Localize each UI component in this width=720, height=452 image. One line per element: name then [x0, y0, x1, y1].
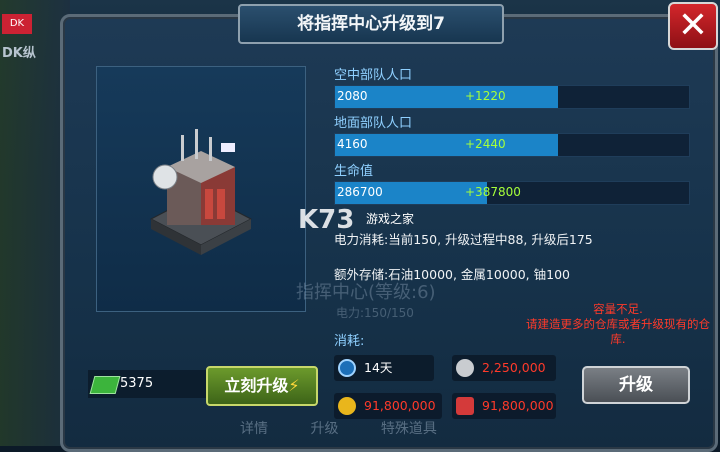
gold-coin-icon [338, 397, 356, 415]
stat-label-ground-population: 地面部队人口 [334, 116, 413, 131]
building-image-frame [96, 66, 306, 312]
watermark-subtitle: 游戏之家 [366, 212, 415, 226]
background-player-tag: DK纵 [2, 46, 36, 61]
background-building-name: 指挥中心(等级:6) [296, 282, 436, 303]
stat-current: 2080 [337, 89, 368, 103]
instant-upgrade-button[interactable]: 立刻升级⚡ [206, 366, 318, 406]
tab-details[interactable]: 详情 [240, 421, 268, 437]
cost-metal: 2,250,000 [452, 355, 556, 381]
oil-barrel-icon [456, 397, 474, 415]
close-icon: ✕ [677, 5, 709, 46]
money-display: 5375 [88, 370, 206, 398]
stat-increase: +2440 [465, 137, 506, 151]
metal-icon [456, 359, 474, 377]
stat-increase: +1220 [465, 89, 506, 103]
cost-time: 14天 [334, 355, 434, 381]
stat-fill [335, 86, 559, 108]
bottom-tabs: 详情 升级 特殊道具 [240, 418, 475, 438]
command-center-building-icon [149, 129, 253, 255]
cost-label: 消耗: [334, 334, 365, 349]
stat-label-health: 生命值 [334, 164, 374, 179]
stat-current: 4160 [337, 137, 368, 151]
cost-oil: 91,800,000 [452, 393, 556, 419]
warning-line-1: 容量不足. [593, 302, 643, 316]
cost-gold: 91,800,000 [334, 393, 442, 419]
stat-bar-health: 286700 +387800 [334, 181, 690, 205]
stat-bar-ground-population: 4160 +2440 [334, 133, 690, 157]
stat-label-air-population: 空中部队人口 [334, 68, 413, 83]
power-info: 电力消耗:当前150, 升级过程中88, 升级后175 [334, 232, 593, 247]
stopwatch-icon [338, 359, 356, 377]
tab-upgrade[interactable]: 升级 [310, 421, 338, 437]
lightning-icon: ⚡ [288, 376, 300, 395]
capacity-warning: 容量不足. 请建造更多的仓库或者升级现有的仓库. [520, 302, 716, 347]
stat-bar-air-population: 2080 +1220 [334, 85, 690, 109]
warning-line-2: 请建造更多的仓库或者升级现有的仓库. [526, 317, 710, 346]
cash-icon [89, 376, 121, 394]
upgrade-button[interactable]: 升级 [582, 366, 690, 404]
stat-fill [335, 134, 559, 156]
close-button[interactable]: ✕ [668, 2, 718, 50]
stat-increase: +387800 [465, 185, 521, 199]
tab-special-items[interactable]: 特殊道具 [381, 421, 437, 437]
background-badge: DK [2, 14, 32, 34]
stat-current: 286700 [337, 185, 383, 199]
dialog-title: 将指挥中心升级到7 [238, 4, 504, 44]
background-power-text: 电力:150/150 [336, 306, 414, 320]
